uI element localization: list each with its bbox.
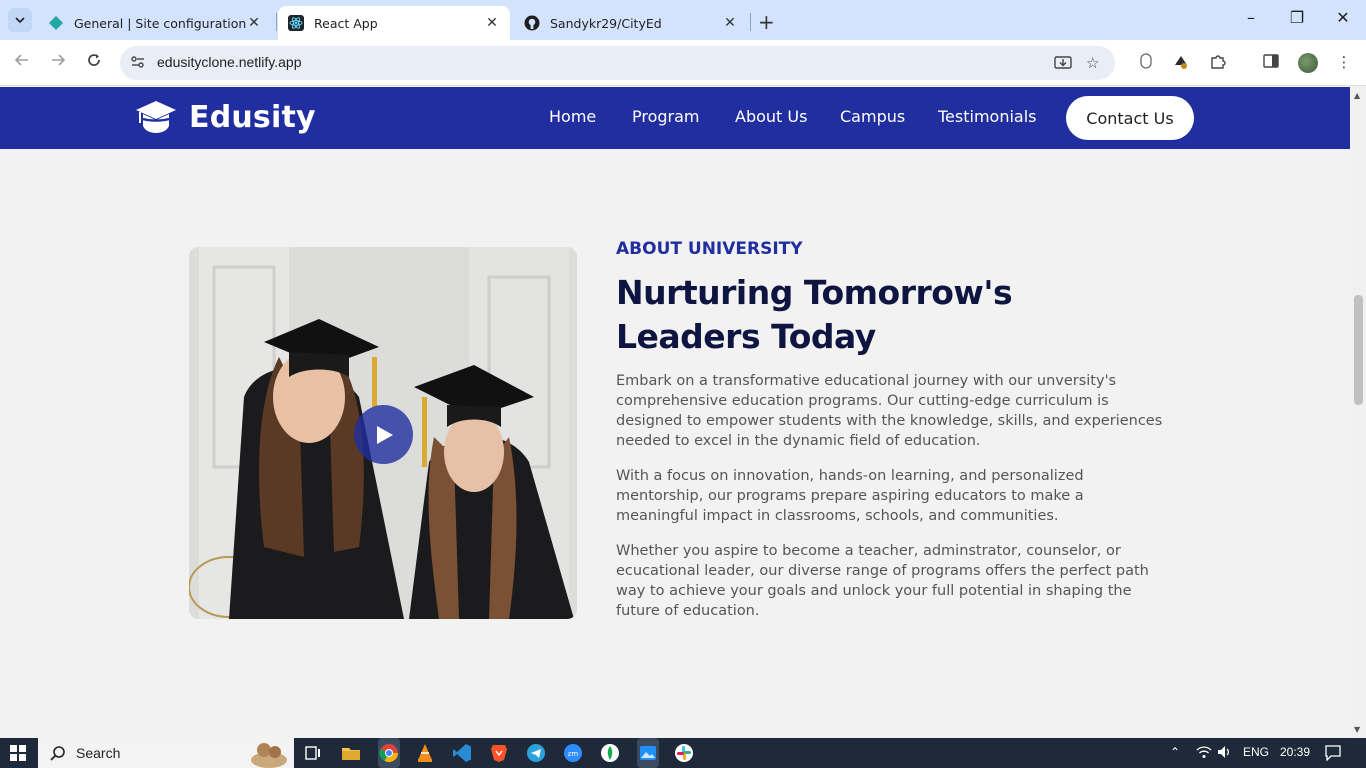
close-window-button[interactable]: ✕ xyxy=(1320,8,1366,27)
about-subtitle: ABOUT UNIVERSITY xyxy=(616,239,803,259)
contact-us-button[interactable]: Contact Us xyxy=(1066,96,1194,140)
puzzle-icon[interactable] xyxy=(1207,53,1229,75)
close-icon[interactable]: ✕ xyxy=(484,15,500,31)
profile-avatar[interactable] xyxy=(1298,53,1318,73)
search-icon xyxy=(50,746,65,761)
page-viewport: Edusity Home Program About Us Campus Tes… xyxy=(0,87,1350,738)
url-text: edusityclone.netlify.app xyxy=(157,54,302,70)
notification-icon[interactable] xyxy=(1325,745,1341,764)
tab-react-app[interactable]: React App ✕ xyxy=(278,6,510,40)
nav-program[interactable]: Program xyxy=(632,107,700,126)
volume-icon[interactable] xyxy=(1217,745,1233,762)
windows-taskbar: Search zm ⌃ ENG 20:39 xyxy=(0,738,1366,768)
nav-about-us[interactable]: About Us xyxy=(735,107,807,126)
logo-text: Edusity xyxy=(189,99,316,135)
play-icon xyxy=(376,425,393,444)
nav-home[interactable]: Home xyxy=(549,107,596,126)
address-bar[interactable]: edusityclone.netlify.app ☆ xyxy=(120,46,1115,80)
graduation-cap-icon xyxy=(136,101,176,133)
scroll-up-icon[interactable]: ▲ xyxy=(1354,91,1360,100)
vlc-icon[interactable] xyxy=(415,743,435,763)
bookmark-star-icon[interactable]: ☆ xyxy=(1086,54,1099,72)
play-video-button[interactable] xyxy=(354,405,413,464)
taskbar-search-label: Search xyxy=(76,745,121,761)
file-explorer-icon[interactable] xyxy=(341,743,361,763)
wifi-icon[interactable] xyxy=(1196,745,1212,762)
clock[interactable]: 20:39 xyxy=(1280,745,1310,759)
tab-github-repo[interactable]: Sandykr29/CityEd ✕ xyxy=(514,6,748,40)
reload-button[interactable] xyxy=(83,52,105,72)
telegram-icon[interactable] xyxy=(526,743,546,763)
close-icon[interactable]: ✕ xyxy=(246,15,262,31)
tab-title: General | Site configuration | edusitycl… xyxy=(74,15,246,31)
scroll-down-icon[interactable]: ▼ xyxy=(1354,725,1360,734)
arrow-left-icon xyxy=(14,54,28,66)
side-panel-icon[interactable] xyxy=(1260,53,1282,73)
github-icon xyxy=(524,15,540,31)
tab-divider xyxy=(276,13,277,31)
close-icon[interactable]: ✕ xyxy=(722,15,738,31)
brave-icon[interactable] xyxy=(489,743,509,763)
tab-title: React App xyxy=(314,15,378,31)
chrome-taskbar-icon[interactable] xyxy=(378,738,400,768)
zoom-icon[interactable]: zm xyxy=(563,743,583,763)
site-navbar: Edusity Home Program About Us Campus Tes… xyxy=(0,87,1350,149)
tab-site-configuration[interactable]: General | Site configuration | edusitycl… xyxy=(38,6,272,40)
search-highlight-icon xyxy=(251,743,287,768)
chevron-up-icon[interactable]: ⌃ xyxy=(1170,745,1180,759)
tab-divider xyxy=(750,13,751,31)
react-icon xyxy=(288,15,304,31)
chevron-down-icon xyxy=(15,17,25,24)
photos-icon[interactable] xyxy=(637,738,659,768)
back-button[interactable] xyxy=(11,52,33,72)
slack-icon[interactable] xyxy=(674,743,694,763)
mongodb-compass-icon[interactable] xyxy=(600,743,620,763)
restore-button[interactable]: ❐ xyxy=(1274,8,1320,27)
about-paragraph: Embark on a transformative educational j… xyxy=(616,373,1163,449)
tab-search-button[interactable] xyxy=(8,8,32,32)
reload-icon xyxy=(88,54,100,66)
task-view-icon[interactable] xyxy=(303,743,323,763)
about-headline: Nurturing Tomorrow's Leaders Today xyxy=(616,273,1013,356)
browser-tab-strip: General | Site configuration | edusitycl… xyxy=(0,0,1366,40)
scrollbar-thumb[interactable] xyxy=(1354,295,1363,405)
arrow-right-icon xyxy=(52,54,66,66)
install-app-icon[interactable] xyxy=(1054,54,1072,76)
page-scrollbar[interactable]: ▲ ▼ xyxy=(1350,87,1366,738)
windows-start-icon[interactable] xyxy=(10,745,26,761)
netlify-icon xyxy=(48,15,64,31)
more-menu-icon[interactable]: ⋮ xyxy=(1333,53,1355,71)
extension-icon[interactable] xyxy=(1170,53,1192,75)
new-tab-button[interactable]: + xyxy=(758,10,775,34)
nav-campus[interactable]: Campus xyxy=(840,107,905,126)
language-indicator[interactable]: ENG xyxy=(1243,745,1269,759)
nav-testimonials[interactable]: Testimonials xyxy=(938,107,1037,126)
svg-text:zm: zm xyxy=(568,750,579,758)
extension-icon[interactable] xyxy=(1135,53,1157,73)
browser-toolbar: edusityclone.netlify.app ☆ ⋮ xyxy=(0,40,1366,86)
minimize-button[interactable]: – xyxy=(1228,8,1274,27)
taskbar-search[interactable]: Search xyxy=(38,738,294,768)
about-content: ABOUT UNIVERSITY Nurturing Tomorrow's Le… xyxy=(616,239,1164,636)
about-paragraph: With a focus on innovation, hands-on lea… xyxy=(616,468,1084,524)
vscode-icon[interactable] xyxy=(452,743,472,763)
about-paragraph: Whether you aspire to become a teacher, … xyxy=(616,543,1149,619)
tab-title: Sandykr29/CityEd xyxy=(550,15,662,31)
forward-button[interactable] xyxy=(47,52,69,72)
site-logo[interactable]: Edusity xyxy=(135,99,316,135)
site-settings-icon[interactable] xyxy=(130,54,146,74)
